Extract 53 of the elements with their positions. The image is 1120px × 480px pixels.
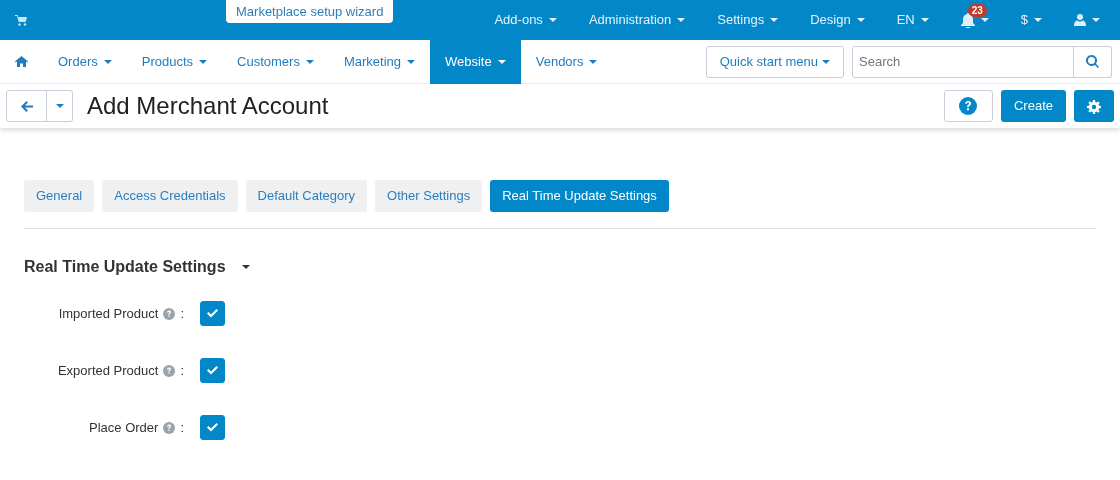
wizard-link[interactable]: Marketplace setup wizard [226,0,394,23]
field-label: Place Order [89,418,159,437]
field-label: Exported Product [57,361,159,380]
top-menu[interactable]: Add-ons [478,0,573,40]
history-dropdown-button[interactable] [47,90,73,122]
tab[interactable]: Other Settings [375,180,483,212]
tab[interactable]: Default Category [245,180,368,212]
arrow-left-icon [20,100,33,112]
bell-icon [960,12,975,28]
back-button[interactable] [6,90,47,122]
cart-icon [15,14,27,26]
top-menu[interactable]: EN [880,0,945,40]
create-button[interactable]: Create [1000,90,1066,122]
user-icon [1074,14,1086,26]
nav-menu-item[interactable]: Marketing [328,39,430,84]
nav-menu-item[interactable]: Products [126,39,223,84]
notification-count: 23 [967,4,987,17]
top-menu[interactable]: Settings [701,0,795,40]
field-suffix: : [180,361,184,380]
search-button[interactable] [1074,45,1112,78]
page-title: Add Merchant Account [87,91,329,121]
nav-menu-item[interactable]: Customers [222,39,329,84]
top-menu[interactable]: Administration [572,0,702,40]
check-icon [207,423,218,432]
home-icon [15,56,28,67]
help-icon [959,97,978,115]
tab[interactable]: Real Time Update Settings [490,180,669,212]
tab[interactable]: Access Credentials [102,180,238,212]
check-icon [207,366,218,375]
quick-start-button[interactable]: Quick start menu [705,45,844,78]
help-icon [163,421,176,434]
help-button[interactable] [943,90,993,122]
section-header[interactable]: Real Time Update Settings [24,255,250,279]
settings-button[interactable] [1074,90,1114,122]
help-icon [163,307,176,320]
search-field[interactable]: Search [852,45,1074,78]
nav-menu-item[interactable]: Vendors [520,39,613,84]
checkbox[interactable] [200,358,225,383]
field-suffix: : [180,304,184,323]
field-label: Imported Product [58,304,159,323]
currency-menu[interactable]: $ [1004,0,1058,40]
checkbox[interactable] [200,415,225,440]
search-icon [1086,55,1099,68]
checkbox[interactable] [200,301,225,326]
nav-menu-item[interactable]: Website [430,39,521,84]
notifications-button[interactable]: 23 [944,0,1005,40]
settings-icon [1087,99,1101,114]
tab[interactable]: General [24,180,95,212]
top-menu[interactable]: Design [794,0,881,40]
check-icon [207,309,218,318]
field-suffix: : [180,418,184,437]
nav-menu-item[interactable]: Orders [43,39,127,84]
help-icon [163,364,176,377]
